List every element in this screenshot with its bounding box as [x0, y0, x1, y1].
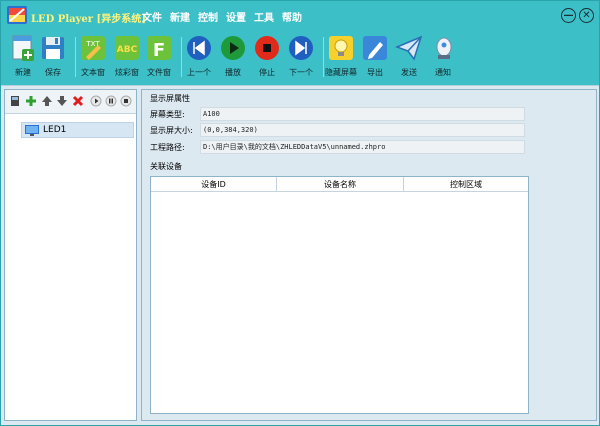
devices-table: 设备ID 设备名称 控制区域	[150, 176, 529, 414]
menu-control[interactable]: 控制	[198, 9, 218, 24]
save-button[interactable]: 保存	[31, 33, 75, 83]
save-label: 保存	[45, 68, 61, 77]
stop-icon	[255, 36, 279, 60]
add-button[interactable]	[25, 95, 37, 107]
file-window-icon: F	[147, 36, 171, 61]
stop-small-icon	[120, 95, 132, 107]
delete-button[interactable]	[72, 95, 84, 107]
window-title: LED Player [异步系统]	[31, 14, 146, 25]
tree-play-button[interactable]	[90, 95, 102, 107]
tree-item-led1[interactable]: LED1	[21, 122, 134, 138]
send-label: 发送	[401, 68, 417, 77]
monitor-icon	[25, 124, 39, 136]
colorful-window-label: 炫彩窗	[115, 68, 139, 77]
next-icon	[289, 36, 313, 60]
screen-type-label: 屏幕类型:	[150, 109, 185, 119]
tree-toolbar	[5, 90, 136, 114]
column-header-device-id[interactable]: 设备ID	[151, 177, 277, 191]
main-window: LED Player [异步系统] 文件 新建 控制 设置 工具 帮助 — ✕ …	[0, 0, 600, 426]
devices-title: 关联设备	[150, 162, 182, 171]
file-window-button[interactable]: F 文件窗	[137, 33, 181, 83]
svg-text:F: F	[153, 40, 165, 61]
title-bar: LED Player [异步系统] 文件 新建 控制 设置 工具 帮助 — ✕	[1, 1, 599, 31]
text-window-icon: TXT	[81, 36, 105, 60]
display-props-title: 显示屏属性	[150, 94, 190, 103]
export-pen-icon	[363, 36, 387, 60]
app-logo-icon	[7, 6, 27, 24]
notify-icon	[436, 37, 452, 59]
menu-settings[interactable]: 设置	[226, 9, 246, 24]
project-path-label: 工程路径:	[150, 142, 185, 152]
project-path-row: 工程路径: D:\用户目录\我的文档\ZHLEDDataV5\unnamed.z…	[150, 140, 525, 154]
tree-item-label: LED1	[43, 125, 67, 135]
notify-label: 通知	[435, 68, 451, 77]
arrow-down-icon	[57, 96, 67, 106]
tree-stop-button[interactable]	[120, 95, 132, 107]
lightbulb-icon	[329, 36, 353, 60]
file-window-label: 文件窗	[147, 68, 171, 77]
new-label: 新建	[15, 68, 31, 77]
pause-small-icon	[105, 95, 117, 107]
menu-new[interactable]: 新建	[170, 9, 190, 24]
menu-bar: 文件 新建 控制 设置 工具 帮助	[142, 9, 302, 24]
minimize-icon: —	[563, 9, 574, 21]
move-down-button[interactable]	[56, 95, 68, 107]
close-button[interactable]: ✕	[579, 8, 594, 23]
stop-label: 停止	[259, 68, 275, 77]
previous-icon	[187, 36, 211, 60]
tree-pause-button[interactable]	[105, 95, 117, 107]
column-header-control-area[interactable]: 控制区域	[404, 177, 528, 191]
device-icon	[11, 96, 19, 106]
plus-icon	[26, 96, 36, 106]
main-area: LED1 显示屏属性 屏幕类型: A100 显示屏大小: (0,0,384,32…	[1, 85, 599, 425]
play-small-icon	[90, 95, 102, 107]
next-label: 下一个	[289, 68, 313, 77]
screen-size-value: (0,0,384,320)	[200, 123, 525, 137]
screen-tree-panel: LED1	[4, 89, 137, 421]
svg-text:ABC: ABC	[117, 45, 138, 55]
delete-x-icon	[72, 95, 84, 107]
save-icon	[42, 37, 64, 59]
menu-file[interactable]: 文件	[142, 9, 162, 24]
properties-panel: 显示屏属性 屏幕类型: A100 显示屏大小: (0,0,384,320) 工程…	[141, 89, 597, 421]
export-label: 导出	[367, 68, 383, 77]
prev-label: 上一个	[187, 68, 211, 77]
notify-button[interactable]: 通知	[421, 33, 465, 83]
device-button[interactable]	[9, 95, 21, 107]
toolbar: 新建 保存 TXT 文本窗 ABC 炫彩窗 F 文件窗 上一个 播放 停止 下一…	[1, 31, 599, 83]
text-window-label: 文本窗	[81, 68, 105, 77]
close-icon: ✕	[582, 9, 591, 21]
column-header-device-name[interactable]: 设备名称	[277, 177, 404, 191]
play-icon	[221, 36, 245, 60]
screen-size-row: 显示屏大小: (0,0,384,320)	[150, 123, 525, 137]
project-path-value: D:\用户目录\我的文档\ZHLEDDataV5\unnamed.zhpro	[200, 140, 525, 154]
screen-type-row: 屏幕类型: A100	[150, 107, 525, 121]
menu-help[interactable]: 帮助	[282, 9, 302, 24]
devices-table-header: 设备ID 设备名称 控制区域	[151, 177, 528, 192]
minimize-button[interactable]: —	[561, 8, 576, 23]
screen-type-value: A100	[200, 107, 525, 121]
move-up-button[interactable]	[41, 95, 53, 107]
next-button[interactable]: 下一个	[279, 33, 323, 83]
menu-tools[interactable]: 工具	[254, 9, 274, 24]
screen-size-label: 显示屏大小:	[150, 125, 193, 135]
send-plane-icon	[394, 35, 423, 61]
play-label: 播放	[225, 68, 241, 77]
arrow-up-icon	[42, 96, 52, 106]
